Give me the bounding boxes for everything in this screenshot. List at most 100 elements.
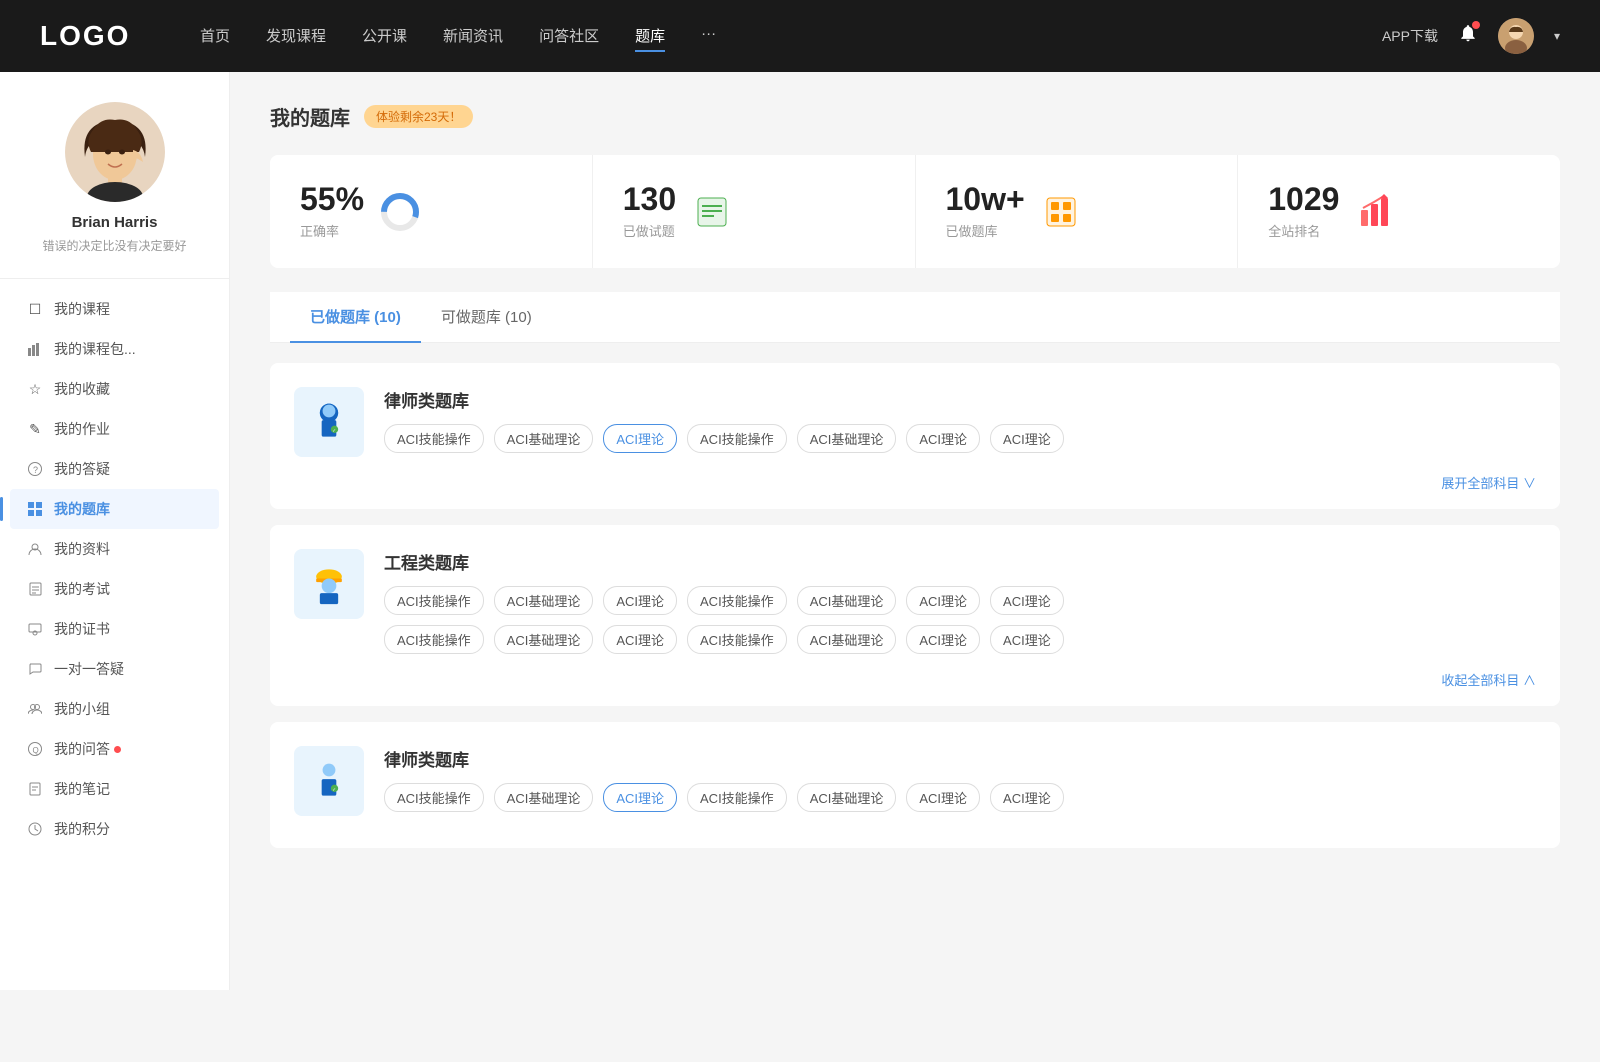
- chart-bar-icon: [26, 340, 44, 358]
- done-questions-label: 已做试题: [623, 221, 676, 240]
- tab-available-banks[interactable]: 可做题库 (10): [421, 292, 552, 343]
- eng-tag-r2-3[interactable]: ACI技能操作: [687, 625, 787, 654]
- pencil-icon: ✎: [26, 420, 44, 438]
- banks-icon: [1041, 192, 1081, 232]
- eng-tag-r1-3[interactable]: ACI技能操作: [687, 586, 787, 615]
- sidebar-item-exam[interactable]: 我的考试: [10, 569, 219, 609]
- eng-tag-r2-6[interactable]: ACI理论: [990, 625, 1064, 654]
- engineer-icon-wrap: [294, 549, 364, 619]
- qbank-title-engineer: 工程类题库: [384, 549, 1536, 574]
- qa-circle-icon: Q: [26, 740, 44, 758]
- tag-3[interactable]: ACI技能操作: [687, 424, 787, 453]
- qbank-title-lawyer-1: 律师类题库: [384, 387, 1536, 412]
- qbank-card-lawyer-1: ✓ 律师类题库 ACI技能操作 ACI基础理论 ACI理论 ACI技能操作 AC…: [270, 363, 1560, 509]
- app-download-btn[interactable]: APP下载: [1382, 26, 1438, 46]
- expand-btn-1[interactable]: 展开全部科目 ∨: [1441, 476, 1536, 491]
- engineer-svg: [307, 562, 351, 606]
- eng-tag-r2-0[interactable]: ACI技能操作: [384, 625, 484, 654]
- main-content: 我的题库 体验剩余23天！ 55% 正确率: [230, 72, 1600, 990]
- tag-1[interactable]: ACI基础理论: [494, 424, 594, 453]
- l2-tag-3[interactable]: ACI技能操作: [687, 783, 787, 812]
- sidebar-item-homework[interactable]: ✎ 我的作业: [10, 409, 219, 449]
- sidebar-item-points[interactable]: 我的积分: [10, 809, 219, 849]
- sidebar-item-course-pkg[interactable]: 我的课程包...: [10, 329, 219, 369]
- collapse-btn-1[interactable]: 收起全部科目 ∧: [1441, 673, 1536, 688]
- nav-news[interactable]: 新闻资讯: [443, 21, 503, 52]
- lawyer2-svg: ✓: [307, 759, 351, 803]
- page-wrapper: Brian Harris 错误的决定比没有决定要好 ☐ 我的课程 我的课程包..…: [0, 72, 1600, 990]
- eng-tag-r2-4[interactable]: ACI基础理论: [797, 625, 897, 654]
- bank-grid-icon: [26, 500, 44, 518]
- sidebar-username: Brian Harris: [72, 214, 158, 231]
- lawyer-icon-wrap: ✓: [294, 387, 364, 457]
- nav-more[interactable]: ···: [701, 21, 716, 52]
- qbank-tags-engineer-row1: ACI技能操作 ACI基础理论 ACI理论 ACI技能操作 ACI基础理论 AC…: [384, 586, 1536, 615]
- user-chevron[interactable]: ▾: [1554, 29, 1560, 43]
- certificate-icon: [26, 620, 44, 638]
- navbar: LOGO 首页 发现课程 公开课 新闻资讯 问答社区 题库 ··· APP下载 …: [0, 0, 1600, 72]
- sidebar-item-group[interactable]: 我的小组: [10, 689, 219, 729]
- sidebar: Brian Harris 错误的决定比没有决定要好 ☐ 我的课程 我的课程包..…: [0, 72, 230, 990]
- eng-tag-r2-2[interactable]: ACI理论: [603, 625, 677, 654]
- stats-row: 55% 正确率 130 已做试题: [270, 155, 1560, 268]
- l2-tag-5[interactable]: ACI理论: [906, 783, 980, 812]
- sidebar-profile: Brian Harris 错误的决定比没有决定要好: [0, 102, 229, 279]
- tab-done-banks[interactable]: 已做题库 (10): [290, 292, 421, 343]
- tag-0[interactable]: ACI技能操作: [384, 424, 484, 453]
- sidebar-menu: ☐ 我的课程 我的课程包... ☆ 我的收藏 ✎ 我的作业 ?: [0, 289, 229, 849]
- tag-2[interactable]: ACI理论: [603, 424, 677, 453]
- svg-text:Q: Q: [33, 746, 39, 755]
- navbar-menu: 首页 发现课程 公开课 新闻资讯 问答社区 题库 ···: [200, 21, 1382, 52]
- eng-tag-r1-2[interactable]: ACI理论: [603, 586, 677, 615]
- accuracy-label: 正确率: [300, 221, 364, 240]
- document-icon: [26, 580, 44, 598]
- chat-icon: [26, 660, 44, 678]
- sidebar-item-cert[interactable]: 我的证书: [10, 609, 219, 649]
- qbank-tags-lawyer-2: ACI技能操作 ACI基础理论 ACI理论 ACI技能操作 ACI基础理论 AC…: [384, 783, 1536, 812]
- tag-6[interactable]: ACI理论: [990, 424, 1064, 453]
- sidebar-item-my-qa[interactable]: Q 我的问答: [10, 729, 219, 769]
- qbank-footer-1: 展开全部科目 ∨: [294, 473, 1536, 493]
- eng-tag-r1-6[interactable]: ACI理论: [990, 586, 1064, 615]
- tag-5[interactable]: ACI理论: [906, 424, 980, 453]
- sidebar-item-profile[interactable]: 我的资料: [10, 529, 219, 569]
- nav-home[interactable]: 首页: [200, 21, 230, 52]
- eng-tag-r1-1[interactable]: ACI基础理论: [494, 586, 594, 615]
- l2-tag-1[interactable]: ACI基础理论: [494, 783, 594, 812]
- logo[interactable]: LOGO: [40, 20, 140, 52]
- lawyer-svg: ✓: [307, 400, 351, 444]
- user-icon: [26, 540, 44, 558]
- accuracy-value: 55%: [300, 183, 364, 215]
- eng-tag-r2-1[interactable]: ACI基础理论: [494, 625, 594, 654]
- sidebar-item-course[interactable]: ☐ 我的课程: [10, 289, 219, 329]
- nav-bank[interactable]: 题库: [635, 21, 665, 52]
- notification-bell[interactable]: [1458, 23, 1478, 49]
- done-banks-value: 10w+: [946, 183, 1025, 215]
- eng-tag-r1-0[interactable]: ACI技能操作: [384, 586, 484, 615]
- notes-icon: [26, 780, 44, 798]
- eng-tag-r1-5[interactable]: ACI理论: [906, 586, 980, 615]
- l2-tag-6[interactable]: ACI理论: [990, 783, 1064, 812]
- rank-icon: [1355, 192, 1395, 232]
- l2-tag-4[interactable]: ACI基础理论: [797, 783, 897, 812]
- stat-done-banks: 10w+ 已做题库: [916, 155, 1239, 268]
- sidebar-item-qa[interactable]: ? 我的答疑: [10, 449, 219, 489]
- sidebar-item-favorites[interactable]: ☆ 我的收藏: [10, 369, 219, 409]
- eng-tag-r1-4[interactable]: ACI基础理论: [797, 586, 897, 615]
- done-questions-value: 130: [623, 183, 676, 215]
- sidebar-item-one-on-one[interactable]: 一对一答疑: [10, 649, 219, 689]
- eng-tag-r2-5[interactable]: ACI理论: [906, 625, 980, 654]
- qbank-tags-engineer-row2: ACI技能操作 ACI基础理论 ACI理论 ACI技能操作 ACI基础理论 AC…: [384, 625, 1536, 654]
- l2-tag-2[interactable]: ACI理论: [603, 783, 677, 812]
- trial-badge: 体验剩余23天！: [364, 105, 473, 128]
- sidebar-item-notes[interactable]: 我的笔记: [10, 769, 219, 809]
- nav-discover[interactable]: 发现课程: [266, 21, 326, 52]
- tag-4[interactable]: ACI基础理论: [797, 424, 897, 453]
- svg-text:✓: ✓: [332, 428, 336, 433]
- sidebar-avatar[interactable]: [65, 102, 165, 202]
- user-avatar[interactable]: [1498, 18, 1534, 54]
- sidebar-item-qbank[interactable]: 我的题库: [10, 489, 219, 529]
- nav-qa[interactable]: 问答社区: [539, 21, 599, 52]
- nav-open-course[interactable]: 公开课: [362, 21, 407, 52]
- l2-tag-0[interactable]: ACI技能操作: [384, 783, 484, 812]
